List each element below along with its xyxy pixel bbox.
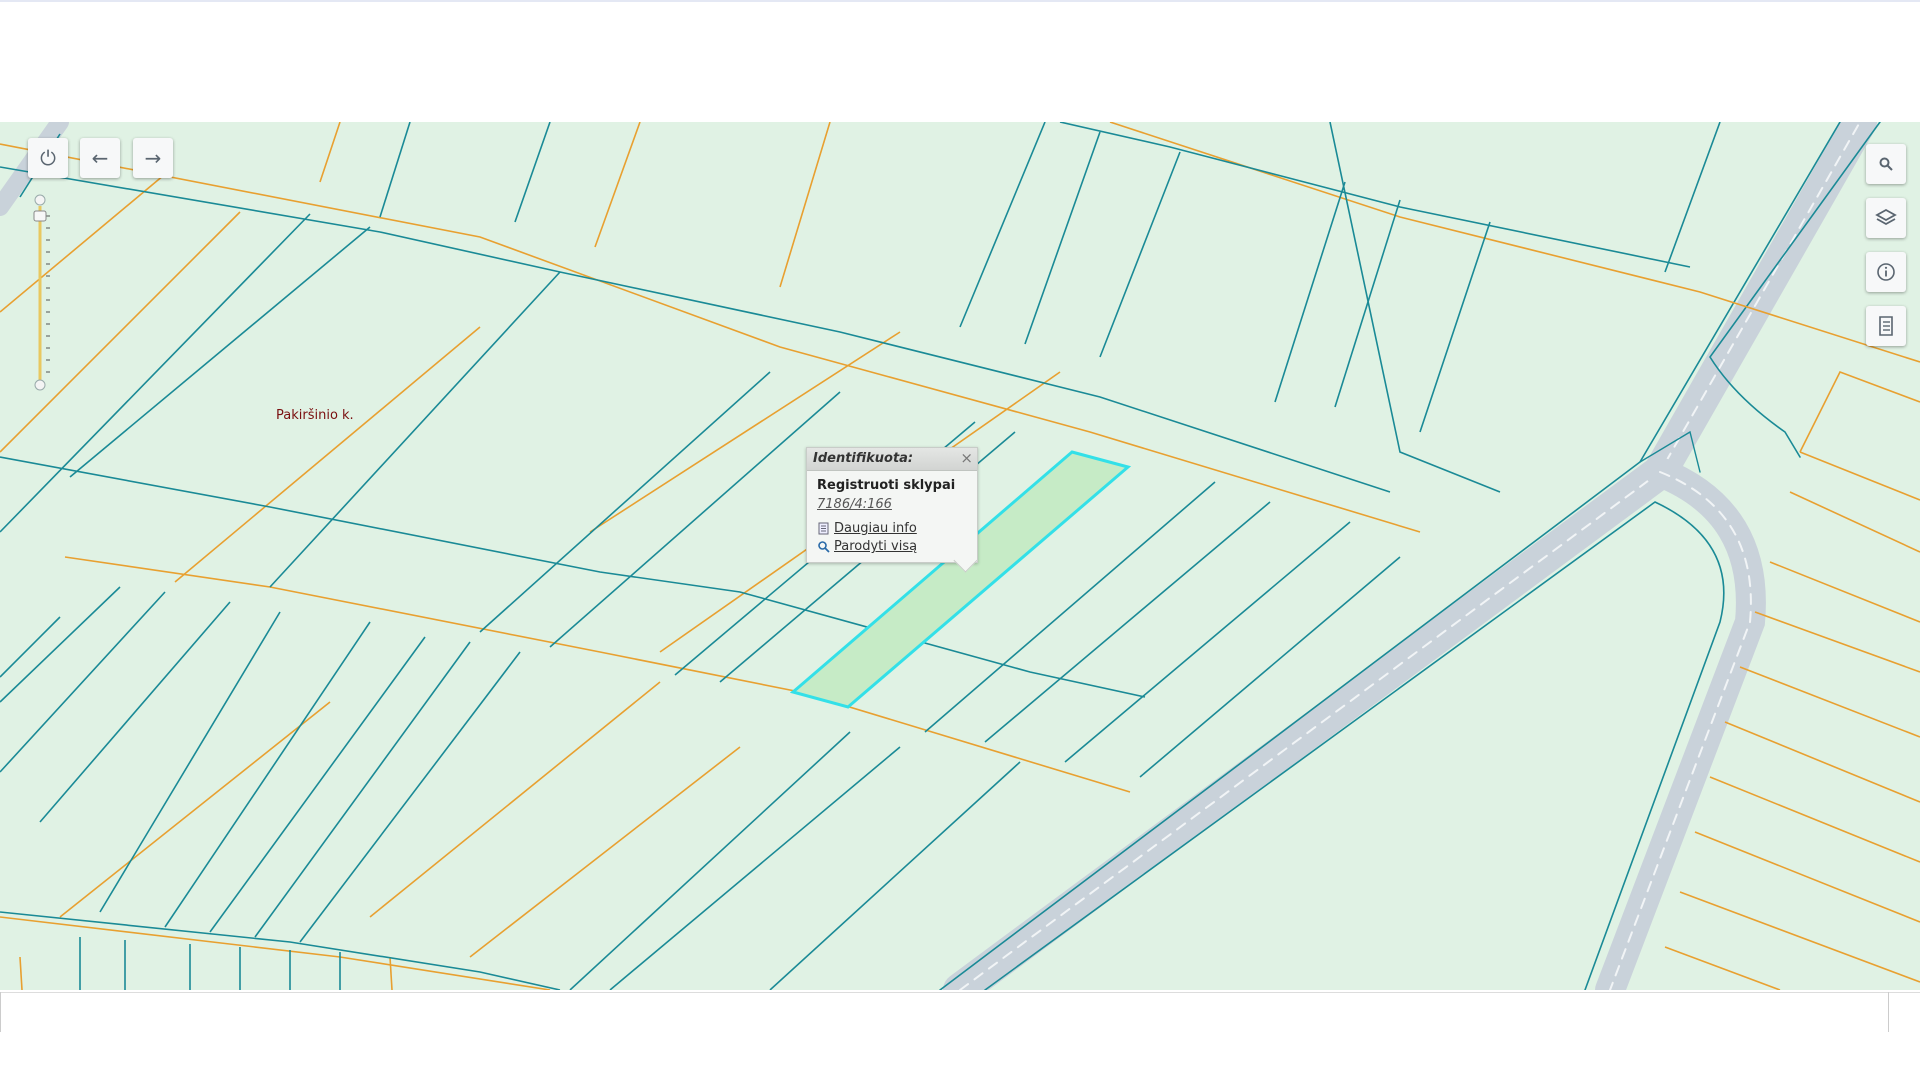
zoom-handle — [33, 210, 47, 222]
popup-layer-name: Registruoti sklypai — [817, 478, 956, 493]
place-label: Pakiršinio k. — [276, 408, 354, 423]
back-button[interactable]: ← — [80, 138, 120, 178]
power-button[interactable]: ⏻ — [28, 138, 68, 178]
legend-icon — [1879, 316, 1893, 336]
legend-button[interactable] — [1866, 306, 1906, 346]
search-button[interactable] — [1866, 144, 1906, 184]
power-icon: ⏻ — [40, 146, 56, 170]
identify-popup: Identifikuota: × Registruoti sklypai 718… — [806, 447, 978, 573]
parcel-id-link[interactable]: 7186/4:166 — [817, 497, 892, 512]
popup-title: Identifikuota: — [813, 451, 914, 466]
left-edge — [0, 992, 1, 1032]
close-icon[interactable]: × — [960, 449, 973, 467]
document-icon — [818, 522, 829, 535]
zoom-slider[interactable] — [30, 192, 50, 392]
map-canvas[interactable]: Pakiršinio k. ⏻ ← → Identifikuota: × Reg… — [0, 122, 1920, 990]
right-edge — [1888, 992, 1889, 1032]
show-all-label: Parodyti visą — [834, 539, 918, 554]
search-icon — [1879, 157, 1893, 171]
info-button[interactable] — [1866, 252, 1906, 292]
popup-header: Identifikuota: × — [807, 448, 977, 471]
layers-icon — [1875, 208, 1897, 226]
info-icon — [1877, 263, 1895, 281]
zoom-icon — [818, 541, 830, 553]
forward-button[interactable]: → — [133, 138, 173, 178]
top-border — [0, 0, 1920, 2]
layers-button[interactable] — [1866, 198, 1906, 238]
bottom-border — [0, 992, 1920, 993]
back-arrow-icon: ← — [91, 146, 109, 170]
show-all-link[interactable]: Parodyti visą — [817, 539, 917, 554]
more-info-link[interactable]: Daugiau info — [817, 521, 917, 536]
forward-arrow-icon: → — [144, 146, 162, 170]
page: Pakiršinio k. ⏻ ← → Identifikuota: × Reg… — [0, 0, 1920, 1080]
zoom-out-icon — [34, 379, 46, 391]
zoom-in-icon — [34, 194, 46, 206]
more-info-label: Daugiau info — [834, 521, 917, 536]
